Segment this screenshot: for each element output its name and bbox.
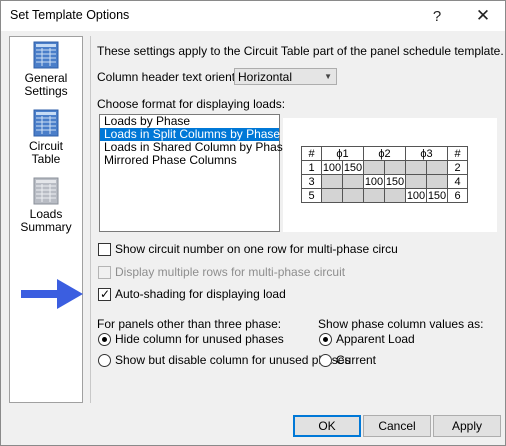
current-label[interactable]: Current xyxy=(336,353,376,367)
sidebar: General Settings Circuit Table Loads Sum… xyxy=(9,36,83,403)
preview-cell xyxy=(342,188,364,203)
apply-button[interactable]: Apply xyxy=(433,415,501,437)
circuit-number-checkbox[interactable] xyxy=(98,243,111,256)
preview-cell xyxy=(426,160,448,175)
preview-cell: 150 xyxy=(384,174,406,189)
multiple-rows-checkbox[interactable] xyxy=(98,266,111,279)
auto-shading-checkbox[interactable]: ✓ xyxy=(98,287,111,301)
preview-table: # ϕ1 ϕ2 ϕ3 # 1 100 150 2 3 100 150 4 5 1… xyxy=(301,146,468,203)
sidebar-item-label: Settings xyxy=(24,84,68,98)
intro-text: These settings apply to the Circuit Tabl… xyxy=(97,44,504,58)
ok-button[interactable]: OK xyxy=(293,415,361,437)
preview-header: # xyxy=(301,146,322,161)
preview-cell xyxy=(405,160,427,175)
apparent-load-label[interactable]: Apparent Load xyxy=(336,332,415,346)
sidebar-item-label: Summary xyxy=(20,220,72,234)
apparent-load-radio[interactable] xyxy=(319,333,332,346)
preview-cell: 100 xyxy=(405,188,427,203)
circuit-table-panel: These settings apply to the Circuit Tabl… xyxy=(90,36,504,403)
table-icon xyxy=(33,41,59,69)
preview-cell xyxy=(384,160,406,175)
preview-header: ϕ3 xyxy=(405,146,448,161)
preview-cell: 100 xyxy=(321,160,343,175)
orientation-value: Horizontal xyxy=(238,70,293,84)
auto-shading-label[interactable]: Auto-shading for displaying load xyxy=(115,287,286,301)
title-bar: Set Template Options ? ✕ xyxy=(1,1,505,31)
current-radio[interactable] xyxy=(319,354,332,367)
hide-column-label[interactable]: Hide column for unused phases xyxy=(115,332,284,346)
table-icon xyxy=(33,109,59,137)
hide-column-radio[interactable] xyxy=(98,333,111,346)
show-disable-column-label[interactable]: Show but disable column for unused phase… xyxy=(115,353,350,367)
preview-cell: 6 xyxy=(447,188,468,203)
circuit-number-label[interactable]: Show circuit number on one row for multi… xyxy=(115,242,398,256)
multiple-rows-label: Display multiple rows for multi-phase ci… xyxy=(115,265,346,279)
preview-cell xyxy=(405,174,427,189)
preview-cell xyxy=(426,174,448,189)
sidebar-item-loads-summary[interactable]: Loads Summary xyxy=(10,177,82,234)
preview-cell: 5 xyxy=(301,188,322,203)
cancel-button[interactable]: Cancel xyxy=(363,415,431,437)
preview-cell xyxy=(321,174,343,189)
preview-cell: 150 xyxy=(342,160,364,175)
sidebar-item-circuit-table[interactable]: Circuit Table xyxy=(10,109,82,166)
sidebar-item-label: Table xyxy=(31,152,61,166)
preview-cell: 150 xyxy=(426,188,448,203)
preview-cell: 4 xyxy=(447,174,468,189)
preview-header: ϕ2 xyxy=(363,146,406,161)
help-button[interactable]: ? xyxy=(415,1,459,31)
preview-header: # xyxy=(447,146,468,161)
preview-cell: 2 xyxy=(447,160,468,175)
phase-values-label: Show phase column values as: xyxy=(318,317,484,331)
list-item[interactable]: Mirrored Phase Columns xyxy=(100,154,279,167)
preview-cell xyxy=(363,160,385,175)
annotation-arrow-icon xyxy=(21,279,83,309)
format-listbox[interactable]: Loads by Phase Loads in Split Columns by… xyxy=(99,114,289,232)
orientation-dropdown[interactable]: Horizontal ▼ xyxy=(234,68,337,85)
checkmark-icon: ✓ xyxy=(100,287,111,301)
preview-cell xyxy=(321,188,343,203)
preview-cell: 3 xyxy=(301,174,322,189)
preview-cell: 1 xyxy=(301,160,322,175)
table-icon xyxy=(33,177,59,205)
sidebar-item-general-settings[interactable]: General Settings xyxy=(10,41,82,98)
other-phase-label: For panels other than three phase: xyxy=(97,317,282,331)
chevron-down-icon: ▼ xyxy=(324,72,332,81)
preview-cell: 100 xyxy=(363,174,385,189)
dialog-window: Set Template Options ? ✕ General Setting… xyxy=(0,0,506,446)
show-disable-column-radio[interactable] xyxy=(98,354,111,367)
window-title: Set Template Options xyxy=(10,8,130,22)
close-button[interactable]: ✕ xyxy=(461,1,505,31)
preview-header: ϕ1 xyxy=(321,146,364,161)
preview-cell xyxy=(384,188,406,203)
format-label: Choose format for displaying loads: xyxy=(97,97,286,111)
preview-cell xyxy=(363,188,385,203)
format-preview: # ϕ1 ϕ2 ϕ3 # 1 100 150 2 3 100 150 4 5 1… xyxy=(283,118,497,232)
preview-cell xyxy=(342,174,364,189)
